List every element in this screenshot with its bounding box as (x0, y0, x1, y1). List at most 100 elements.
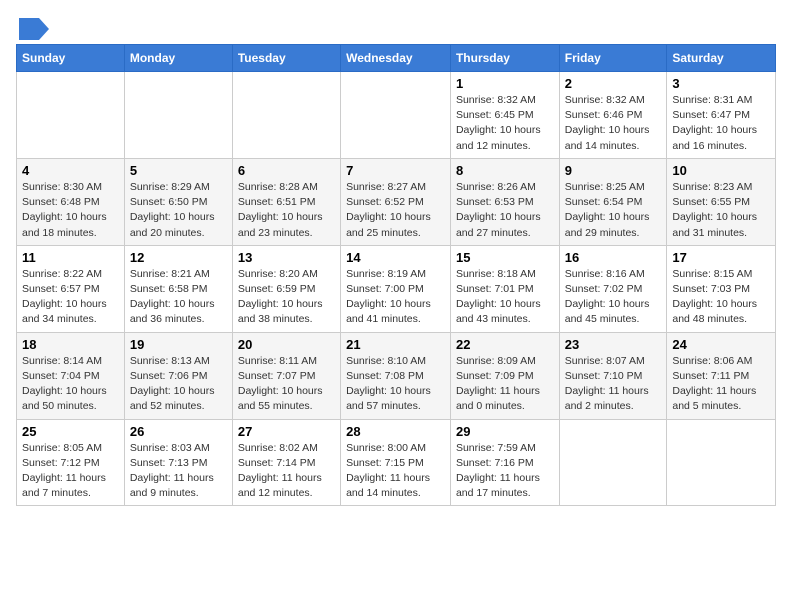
calendar-cell: 17Sunrise: 8:15 AM Sunset: 7:03 PM Dayli… (667, 245, 776, 332)
day-content: Sunrise: 8:05 AM Sunset: 7:12 PM Dayligh… (22, 441, 119, 502)
calendar-cell: 14 Sunrise: 8:19 AM Sunset: 7:00 PM Dayli… (341, 245, 451, 332)
calendar-cell: 29Sunrise: 7:59 AM Sunset: 7:16 PM Dayli… (450, 419, 559, 506)
calendar-week-4: 18 Sunrise: 8:14 AM Sunset: 7:04 PM Dayli… (17, 332, 776, 419)
day-number: 22 (456, 337, 554, 352)
calendar-cell: 2Sunrise: 8:32 AM Sunset: 6:46 PM Daylig… (559, 72, 667, 159)
day-number: 25 (22, 424, 119, 439)
day-number: 6 (238, 163, 335, 178)
calendar-week-5: 25 Sunrise: 8:05 AM Sunset: 7:12 PM Dayli… (17, 419, 776, 506)
calendar-cell: 10 Sunrise: 8:23 AM Sunset: 6:55 PM Dayli… (667, 158, 776, 245)
calendar-cell: 4 Sunrise: 8:30 AM Sunset: 6:48 PM Daylig… (17, 158, 125, 245)
calendar-cell: 24 Sunrise: 8:06 AM Sunset: 7:11 PM Dayli… (667, 332, 776, 419)
day-number: 26 (130, 424, 227, 439)
day-content: Sunrise: 8:31 AM Sunset: 6:47 PM Dayligh… (672, 93, 770, 154)
day-content: Sunrise: 8:06 AM Sunset: 7:11 PM Dayligh… (672, 354, 770, 415)
calendar-cell: 12Sunrise: 8:21 AM Sunset: 6:58 PM Dayli… (124, 245, 232, 332)
day-content: Sunrise: 8:30 AM Sunset: 6:48 PM Dayligh… (22, 180, 119, 241)
calendar-header-wednesday: Wednesday (341, 45, 451, 72)
day-content: Sunrise: 8:03 AM Sunset: 7:13 PM Dayligh… (130, 441, 227, 502)
calendar-cell (667, 419, 776, 506)
day-content: Sunrise: 8:28 AM Sunset: 6:51 PM Dayligh… (238, 180, 335, 241)
logo-icon (19, 18, 49, 40)
day-number: 11 (22, 250, 119, 265)
calendar-body: 1 Sunrise: 8:32 AM Sunset: 6:45 PM Daylig… (17, 72, 776, 506)
day-content: Sunrise: 8:25 AM Sunset: 6:54 PM Dayligh… (565, 180, 662, 241)
calendar-cell: 8 Sunrise: 8:26 AM Sunset: 6:53 PM Daylig… (450, 158, 559, 245)
day-number: 17 (672, 250, 770, 265)
calendar-cell: 9 Sunrise: 8:25 AM Sunset: 6:54 PM Daylig… (559, 158, 667, 245)
calendar-cell (232, 72, 340, 159)
calendar-cell: 3 Sunrise: 8:31 AM Sunset: 6:47 PM Daylig… (667, 72, 776, 159)
day-number: 12 (130, 250, 227, 265)
day-content: Sunrise: 8:11 AM Sunset: 7:07 PM Dayligh… (238, 354, 335, 415)
day-content: Sunrise: 8:32 AM Sunset: 6:45 PM Dayligh… (456, 93, 554, 154)
day-number: 24 (672, 337, 770, 352)
day-content: Sunrise: 8:23 AM Sunset: 6:55 PM Dayligh… (672, 180, 770, 241)
day-content: Sunrise: 8:14 AM Sunset: 7:04 PM Dayligh… (22, 354, 119, 415)
day-content: Sunrise: 8:07 AM Sunset: 7:10 PM Dayligh… (565, 354, 662, 415)
calendar-cell: 11 Sunrise: 8:22 AM Sunset: 6:57 PM Dayli… (17, 245, 125, 332)
day-number: 5 (130, 163, 227, 178)
day-content: Sunrise: 8:00 AM Sunset: 7:15 PM Dayligh… (346, 441, 445, 502)
day-content: Sunrise: 8:27 AM Sunset: 6:52 PM Dayligh… (346, 180, 445, 241)
day-content: Sunrise: 8:18 AM Sunset: 7:01 PM Dayligh… (456, 267, 554, 328)
calendar-cell: 27 Sunrise: 8:02 AM Sunset: 7:14 PM Dayli… (232, 419, 340, 506)
calendar-cell (17, 72, 125, 159)
calendar-cell: 7 Sunrise: 8:27 AM Sunset: 6:52 PM Daylig… (341, 158, 451, 245)
day-number: 18 (22, 337, 119, 352)
calendar-cell: 19 Sunrise: 8:13 AM Sunset: 7:06 PM Dayli… (124, 332, 232, 419)
calendar-cell (124, 72, 232, 159)
day-number: 14 (346, 250, 445, 265)
day-content: Sunrise: 8:16 AM Sunset: 7:02 PM Dayligh… (565, 267, 662, 328)
day-number: 4 (22, 163, 119, 178)
calendar-cell: 20Sunrise: 8:11 AM Sunset: 7:07 PM Dayli… (232, 332, 340, 419)
day-content: Sunrise: 8:20 AM Sunset: 6:59 PM Dayligh… (238, 267, 335, 328)
calendar-header-row: SundayMondayTuesdayWednesdayThursdayFrid… (17, 45, 776, 72)
day-number: 27 (238, 424, 335, 439)
calendar-cell: 16 Sunrise: 8:16 AM Sunset: 7:02 PM Dayli… (559, 245, 667, 332)
day-number: 1 (456, 76, 554, 91)
calendar-cell: 26 Sunrise: 8:03 AM Sunset: 7:13 PM Dayli… (124, 419, 232, 506)
day-content: Sunrise: 8:02 AM Sunset: 7:14 PM Dayligh… (238, 441, 335, 502)
logo (16, 16, 49, 36)
calendar-header-sunday: Sunday (17, 45, 125, 72)
calendar-cell: 5 Sunrise: 8:29 AM Sunset: 6:50 PM Daylig… (124, 158, 232, 245)
calendar-cell: 23 Sunrise: 8:07 AM Sunset: 7:10 PM Dayli… (559, 332, 667, 419)
day-number: 13 (238, 250, 335, 265)
calendar-week-2: 4 Sunrise: 8:30 AM Sunset: 6:48 PM Daylig… (17, 158, 776, 245)
day-content: Sunrise: 7:59 AM Sunset: 7:16 PM Dayligh… (456, 441, 554, 502)
calendar-week-3: 11 Sunrise: 8:22 AM Sunset: 6:57 PM Dayli… (17, 245, 776, 332)
day-number: 10 (672, 163, 770, 178)
day-number: 15 (456, 250, 554, 265)
calendar-header-thursday: Thursday (450, 45, 559, 72)
calendar-header-monday: Monday (124, 45, 232, 72)
calendar-cell: 18 Sunrise: 8:14 AM Sunset: 7:04 PM Dayli… (17, 332, 125, 419)
day-content: Sunrise: 8:29 AM Sunset: 6:50 PM Dayligh… (130, 180, 227, 241)
calendar-cell: 6 Sunrise: 8:28 AM Sunset: 6:51 PM Daylig… (232, 158, 340, 245)
day-number: 2 (565, 76, 662, 91)
calendar-cell: 15 Sunrise: 8:18 AM Sunset: 7:01 PM Dayli… (450, 245, 559, 332)
day-number: 23 (565, 337, 662, 352)
day-content: Sunrise: 8:19 AM Sunset: 7:00 PM Dayligh… (346, 267, 445, 328)
day-number: 21 (346, 337, 445, 352)
calendar-cell: 22 Sunrise: 8:09 AM Sunset: 7:09 PM Dayli… (450, 332, 559, 419)
day-content: Sunrise: 8:10 AM Sunset: 7:08 PM Dayligh… (346, 354, 445, 415)
day-content: Sunrise: 8:22 AM Sunset: 6:57 PM Dayligh… (22, 267, 119, 328)
day-number: 7 (346, 163, 445, 178)
day-number: 28 (346, 424, 445, 439)
calendar-header-saturday: Saturday (667, 45, 776, 72)
calendar-cell (341, 72, 451, 159)
day-content: Sunrise: 8:26 AM Sunset: 6:53 PM Dayligh… (456, 180, 554, 241)
day-number: 9 (565, 163, 662, 178)
day-number: 16 (565, 250, 662, 265)
day-number: 3 (672, 76, 770, 91)
calendar-cell (559, 419, 667, 506)
day-number: 19 (130, 337, 227, 352)
calendar-table: SundayMondayTuesdayWednesdayThursdayFrid… (16, 44, 776, 506)
calendar-cell: 13 Sunrise: 8:20 AM Sunset: 6:59 PM Dayli… (232, 245, 340, 332)
day-number: 8 (456, 163, 554, 178)
page-header (16, 16, 776, 36)
calendar-header-tuesday: Tuesday (232, 45, 340, 72)
day-content: Sunrise: 8:13 AM Sunset: 7:06 PM Dayligh… (130, 354, 227, 415)
day-content: Sunrise: 8:09 AM Sunset: 7:09 PM Dayligh… (456, 354, 554, 415)
